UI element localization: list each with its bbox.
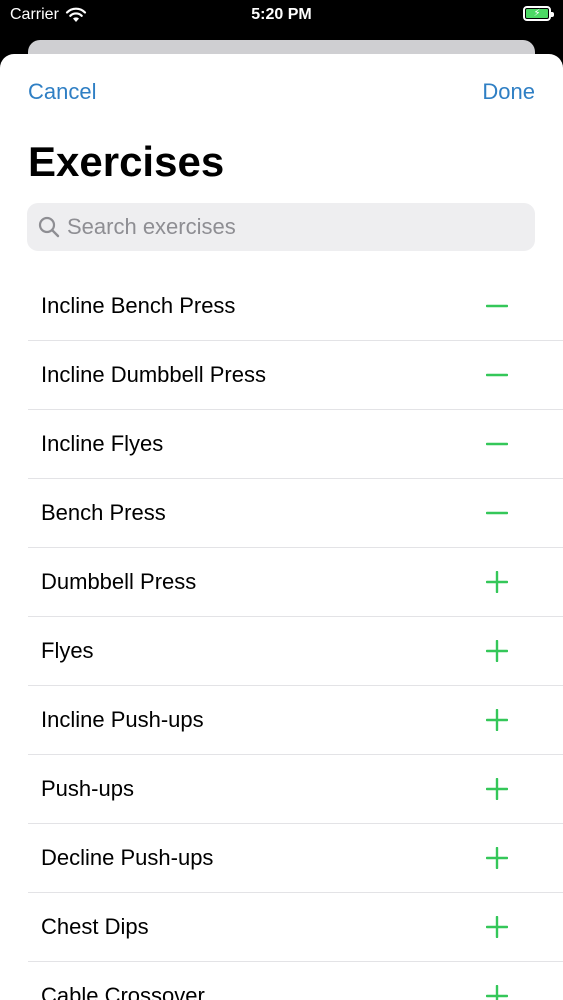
exercise-row[interactable]: Flyes — [28, 617, 563, 686]
exercise-label: Decline Push-ups — [41, 845, 214, 870]
exercise-label: Push-ups — [41, 776, 134, 801]
exercise-row[interactable]: Dumbbell Press — [28, 548, 563, 617]
exercise-label: Incline Push-ups — [41, 707, 204, 732]
search-input[interactable] — [67, 214, 507, 240]
plus-icon[interactable] — [486, 640, 508, 662]
plus-icon[interactable] — [486, 778, 508, 800]
plus-icon[interactable] — [486, 985, 508, 1000]
plus-icon[interactable] — [486, 847, 508, 869]
exercise-label: Incline Dumbbell Press — [41, 362, 266, 387]
minus-icon[interactable] — [486, 364, 508, 386]
search-icon — [38, 216, 60, 238]
cancel-button[interactable]: Cancel — [28, 79, 96, 105]
exercise-label: Bench Press — [41, 500, 166, 525]
exercise-row[interactable]: Incline Flyes — [28, 410, 563, 479]
charging-bolt-icon: ⚡ — [526, 8, 548, 18]
exercise-row[interactable]: Bench Press — [28, 479, 563, 548]
plus-icon[interactable] — [486, 571, 508, 593]
exercise-row[interactable]: Push-ups — [28, 755, 563, 824]
exercise-label: Incline Flyes — [41, 431, 164, 456]
exercise-picker-sheet: Cancel Done Exercises Incline Bench Pres… — [0, 54, 563, 1000]
exercise-label: Chest Dips — [41, 914, 149, 939]
exercise-list: Incline Bench Press Incline Dumbbell Pres… — [28, 272, 563, 1000]
exercise-label: Incline Bench Press — [41, 293, 236, 318]
exercise-row[interactable]: Incline Bench Press — [28, 272, 563, 341]
exercise-row[interactable]: Chest Dips — [28, 893, 563, 962]
plus-icon[interactable] — [486, 709, 508, 731]
exercise-row[interactable]: Incline Dumbbell Press — [28, 341, 563, 410]
exercise-label: Flyes — [41, 638, 94, 663]
status-time: 5:20 PM — [251, 6, 312, 23]
done-button[interactable]: Done — [482, 79, 535, 105]
search-bar[interactable] — [27, 203, 535, 251]
exercise-label: Cable Crossover — [41, 983, 205, 1000]
exercise-label: Dumbbell Press — [41, 569, 197, 594]
page-title: Exercises — [28, 138, 225, 185]
minus-icon[interactable] — [486, 295, 508, 317]
exercise-row[interactable]: Decline Push-ups — [28, 824, 563, 893]
status-bar: Carrier 5:20 PM ⚡ — [0, 0, 563, 30]
battery-icon: ⚡ — [523, 6, 554, 21]
minus-icon[interactable] — [486, 433, 508, 455]
minus-icon[interactable] — [486, 502, 508, 524]
exercise-row[interactable]: Incline Push-ups — [28, 686, 563, 755]
plus-icon[interactable] — [486, 916, 508, 938]
exercise-row[interactable]: Cable Crossover — [28, 962, 563, 1000]
